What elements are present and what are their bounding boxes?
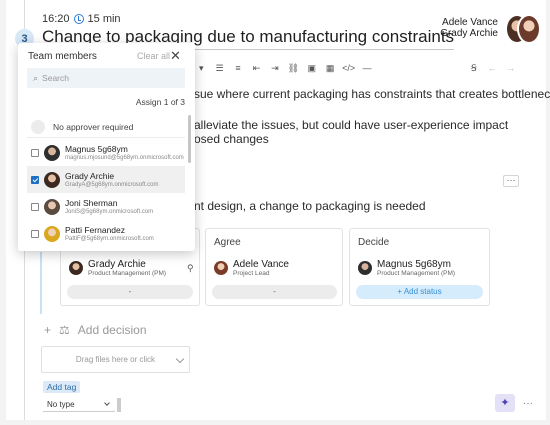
approval-column-agree: Agree Adele Vance Project Lead - <box>205 228 343 306</box>
description-line[interactable]: sue where current packaging has constrai… <box>194 87 550 101</box>
avatar <box>358 261 372 275</box>
editor-toolbar: ▾ ☰ ≡ ⇤ ⇥ ⛓ ▣ ▦ </> — Ꞩ ← → <box>192 61 520 75</box>
member-item[interactable]: Magnus 5g68ym magnus.mjosund@5g68ym.onmi… <box>27 139 185 166</box>
owner-name: Grady Archie <box>440 28 498 39</box>
type-color-bar <box>117 398 121 412</box>
time-row: 16:20 15 min <box>42 13 121 25</box>
description-line[interactable]: alleviate the issues, but could have use… <box>194 118 508 132</box>
scrollbar[interactable] <box>188 115 191 163</box>
member-name: Grady Archie <box>65 170 115 181</box>
column-title: Decide <box>358 237 390 248</box>
clock-icon <box>73 14 84 24</box>
redo-icon[interactable]: → <box>502 63 520 73</box>
member-email: PattiF@5g68ym.onmicrosoft.com <box>65 235 154 242</box>
approver-name: Adele Vance <box>233 259 289 270</box>
approver-name: Grady Archie <box>88 259 146 270</box>
add-decision-label: Add decision <box>77 323 147 337</box>
type-select-value: No type <box>47 400 75 409</box>
status-pill[interactable]: - <box>67 285 193 299</box>
approver-role: Product Management (PM) <box>377 270 456 277</box>
chevron-down-icon <box>104 400 110 406</box>
member-checkbox[interactable] <box>31 229 39 238</box>
member-list: Magnus 5g68ym magnus.mjosund@5g68ym.onmi… <box>27 139 185 247</box>
minus-icon[interactable]: — <box>358 63 376 73</box>
add-decision-button[interactable]: + ⚖ Add decision <box>44 323 147 337</box>
owner-avatars[interactable] <box>505 14 541 46</box>
ai-assist-button[interactable]: ✦ <box>495 394 515 412</box>
owner-name: Adele Vance <box>442 17 498 28</box>
member-name: Patti Fernandez <box>65 224 126 235</box>
search-placeholder: Search <box>42 73 69 83</box>
image-icon[interactable]: ▣ <box>303 63 321 74</box>
avatar <box>44 198 60 215</box>
duration[interactable]: 15 min <box>88 13 121 25</box>
member-checkbox[interactable] <box>31 148 39 157</box>
member-email: magnus.mjosund@5g68ym.onmicrosoft.com <box>65 154 184 161</box>
indent-decrease-icon[interactable]: ⇤ <box>247 63 265 74</box>
member-name: Magnus 5g68ym <box>65 143 128 154</box>
column-title: Agree <box>214 237 241 248</box>
add-tag-button[interactable]: Add tag <box>43 381 81 393</box>
type-select[interactable]: No type <box>43 398 115 412</box>
person-icon <box>31 119 45 134</box>
plus-icon: + <box>44 323 52 337</box>
avatar <box>69 261 83 275</box>
member-checkbox[interactable] <box>31 175 39 184</box>
approval-column-decide: Decide Magnus 5g68ym Product Management … <box>349 228 490 306</box>
member-email: GradyA@5g68ym.onmicrosoft.com <box>65 181 159 188</box>
decision-statement[interactable]: nt design, a change to packaging is need… <box>194 199 426 213</box>
popup-title: Team members <box>28 51 97 62</box>
approver[interactable]: Grady Archie Product Management (PM) <box>69 259 166 277</box>
link-icon[interactable]: ⛓ <box>284 63 302 74</box>
member-checkbox[interactable] <box>31 202 39 211</box>
dropzone-label: Drag files here or click <box>75 355 156 364</box>
assign-count: Assign 1 of 3 <box>135 97 185 107</box>
more-options-button[interactable]: ··· <box>503 175 519 187</box>
search-input[interactable]: ⌕ Search <box>27 68 185 88</box>
approver-role: Project Lead <box>233 270 270 277</box>
avatar <box>214 261 228 275</box>
indent-increase-icon[interactable]: ⇥ <box>266 63 284 74</box>
chevron-down-icon <box>175 354 185 364</box>
add-status-button[interactable]: + Add status <box>356 285 483 299</box>
avatar <box>44 225 60 242</box>
member-item[interactable]: Patti Fernandez PattiF@5g68ym.onmicrosof… <box>27 220 185 247</box>
align-icon[interactable]: ≡ <box>229 63 247 73</box>
no-approver-option[interactable]: No approver required <box>27 116 185 138</box>
member-name: Joni Sherman <box>65 197 118 208</box>
no-approver-label: No approver required <box>53 121 134 132</box>
approver-name: Magnus 5g68ym <box>377 259 451 270</box>
member-email: JoniS@5g68ym.onmicrosoft.com <box>65 208 154 215</box>
change-approver-icon[interactable]: ⚲ <box>187 263 194 274</box>
more-actions-button[interactable]: ··· <box>523 398 533 409</box>
approver[interactable]: Magnus 5g68ym Product Management (PM) <box>358 259 455 277</box>
code-icon[interactable]: </> <box>339 63 357 73</box>
member-item[interactable]: Joni Sherman JoniS@5g68ym.onmicrosoft.co… <box>27 193 185 220</box>
search-icon: ⌕ <box>33 72 39 83</box>
description-line[interactable]: osed changes <box>194 132 269 146</box>
bullet-list-icon[interactable]: ☰ <box>210 63 228 74</box>
avatar <box>44 144 60 161</box>
avatar <box>517 14 541 44</box>
avatar <box>44 171 60 188</box>
approver-role: Product Management (PM) <box>88 270 167 277</box>
start-time: 16:20 <box>42 13 70 25</box>
clear-format-icon[interactable]: Ꞩ <box>465 63 483 74</box>
table-icon[interactable]: ▦ <box>321 63 339 74</box>
owners-list[interactable]: Adele Vance Grady Archie <box>440 17 498 39</box>
sparkle-icon: ✦ <box>500 397 510 409</box>
member-item[interactable]: Grady Archie GradyA@5g68ym.onmicrosoft.c… <box>27 166 185 193</box>
gavel-icon: ⚖ <box>59 323 70 337</box>
clear-all-button[interactable]: Clear all <box>137 51 170 61</box>
file-dropzone[interactable]: Drag files here or click <box>41 346 190 373</box>
undo-icon[interactable]: ← <box>483 63 501 73</box>
team-members-popup: Team members Clear all ✕ ⌕ Search Assign… <box>18 43 195 251</box>
approver[interactable]: Adele Vance Project Lead <box>214 259 289 277</box>
close-icon[interactable]: ✕ <box>170 48 181 64</box>
decision-rail <box>40 252 42 314</box>
status-pill[interactable]: - <box>212 285 337 299</box>
